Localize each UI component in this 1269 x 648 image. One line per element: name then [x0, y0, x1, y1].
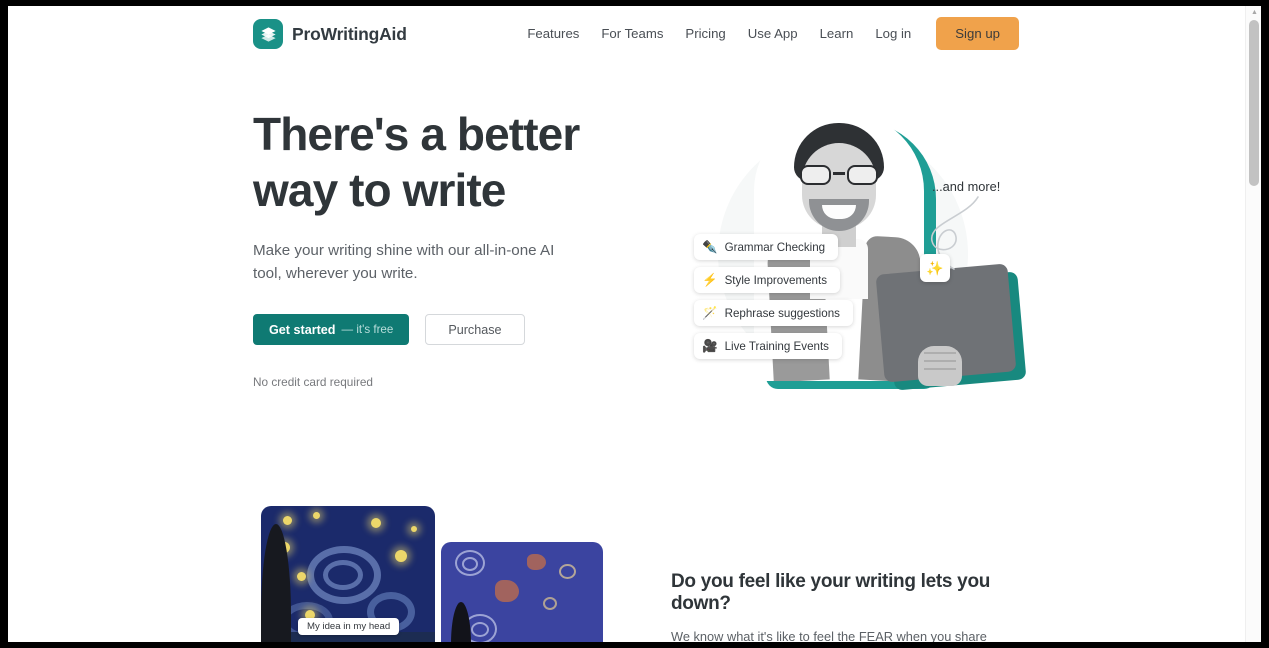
lower-paragraph: We know what it's like to feel the FEAR … — [671, 629, 987, 642]
vertical-scrollbar[interactable]: ▲ — [1245, 6, 1261, 642]
site-header: ProWritingAid Features For Teams Pricing… — [8, 6, 1245, 63]
quill-pen-icon: ✒️ — [702, 239, 718, 254]
feature-chip-label: Live Training Events — [724, 339, 829, 353]
feature-chip-style-improvements[interactable]: ⚡ Style Improvements — [694, 267, 841, 293]
star — [297, 572, 306, 581]
doodle-blob — [495, 580, 519, 602]
purchase-button[interactable]: Purchase — [425, 314, 525, 345]
nav-item-features[interactable]: Features — [516, 18, 590, 49]
nav-item-pricing[interactable]: Pricing — [674, 18, 736, 49]
main-navigation: Features For Teams Pricing Use App Learn… — [516, 17, 1019, 50]
feature-chip-grammar-checking[interactable]: ✒️ Grammar Checking — [694, 234, 839, 260]
hero-cta-group: Get started — it's free Purchase — [253, 314, 653, 345]
get-started-label: Get started — [269, 322, 336, 337]
doodle-circle — [559, 564, 576, 579]
magic-wand-icon: 🪄 — [702, 305, 718, 320]
glasses-lens-right — [847, 165, 878, 185]
feature-chip-list: ✒️ Grammar Checking ⚡ Style Improvements… — [694, 234, 853, 359]
glasses-bridge — [833, 172, 845, 175]
plain-blue-panel — [441, 542, 603, 642]
scroll-up-arrow-icon[interactable]: ▲ — [1250, 8, 1259, 17]
glasses-icon — [800, 165, 878, 185]
star — [411, 526, 417, 532]
feature-chip-label: Grammar Checking — [724, 240, 826, 254]
glasses-lens-left — [800, 165, 831, 185]
nav-item-use-app[interactable]: Use App — [737, 18, 809, 49]
no-credit-card-note: No credit card required — [253, 375, 373, 389]
lower-copy: Do you feel like your writing lets you d… — [671, 571, 1016, 642]
feature-chip-rephrase-suggestions[interactable]: 🪄 Rephrase suggestions — [694, 300, 853, 326]
doodle-spiral — [462, 557, 478, 571]
logo[interactable]: ProWritingAid — [253, 19, 407, 49]
nav-item-learn[interactable]: Learn — [809, 18, 865, 49]
feature-chip-live-training-events[interactable]: 🎥 Live Training Events — [694, 333, 842, 359]
video-camera-icon: 🎥 — [702, 338, 718, 353]
idea-caption: My idea in my head — [298, 618, 400, 635]
logo-text: ProWritingAid — [292, 23, 407, 44]
get-started-free-note: — it's free — [341, 323, 394, 336]
sparkle-glyph: ✨ — [926, 259, 944, 276]
star — [283, 516, 292, 525]
nav-item-login[interactable]: Log in — [864, 18, 922, 49]
hero-illustration: ...and more! ✨ ✒️ Grammar Checking ⚡ Sty… — [668, 101, 1068, 401]
feature-chip-label: Rephrase suggestions — [724, 306, 840, 320]
hero-subtitle: Make your writing shine with our all-in-… — [253, 242, 555, 282]
doodle-blob — [527, 554, 546, 570]
scrollbar-thumb[interactable] — [1249, 20, 1259, 186]
sparkle-icon: ✨ — [920, 254, 950, 282]
lightning-bolt-icon: ⚡ — [702, 272, 718, 287]
hero-section: There's a better way to write Make your … — [253, 106, 653, 389]
feature-chip-label: Style Improvements — [724, 273, 828, 287]
browser-frame: ProWritingAid Features For Teams Pricing… — [8, 6, 1261, 642]
cypress-tree — [451, 602, 471, 642]
star — [395, 550, 407, 562]
sky-swirl — [323, 560, 363, 590]
page-viewport: ProWritingAid Features For Teams Pricing… — [8, 6, 1245, 642]
get-started-button[interactable]: Get started — it's free — [253, 314, 410, 345]
starry-night-illustration: My idea in my head — [253, 506, 613, 642]
and-more-callout: ...and more! — [932, 179, 1001, 194]
star — [313, 512, 320, 519]
doodle-spiral — [471, 622, 489, 637]
sign-up-button[interactable]: Sign up — [936, 17, 1019, 50]
star — [371, 518, 381, 528]
doodle-circle — [543, 597, 557, 610]
nav-item-for-teams[interactable]: For Teams — [590, 18, 674, 49]
hero-title: There's a better way to write — [253, 108, 580, 216]
hand — [918, 346, 962, 386]
lower-heading: Do you feel like your writing lets you d… — [671, 571, 991, 614]
book-pages-icon — [253, 19, 283, 49]
